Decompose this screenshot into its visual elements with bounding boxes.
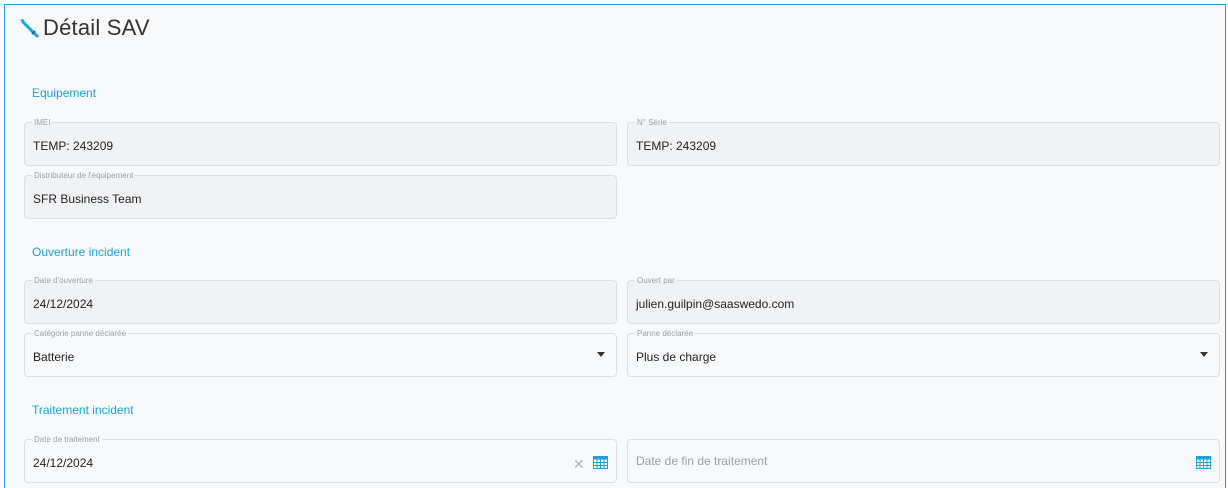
chevron-down-icon[interactable] bbox=[1200, 352, 1208, 357]
page-title: Détail SAV bbox=[43, 15, 150, 40]
imei-value: TEMP: 243209 bbox=[33, 139, 114, 153]
declared-failure-value: Plus de charge bbox=[636, 350, 717, 364]
failure-category-value: Batterie bbox=[33, 350, 75, 364]
imei-label: IMEI bbox=[32, 117, 53, 128]
treatment-date-field[interactable]: Date de traitement 24/12/2024 ✕ bbox=[24, 434, 617, 483]
clear-icon[interactable]: ✕ bbox=[573, 457, 585, 471]
distributor-field: Distributeur de l'équipement SFR Busines… bbox=[24, 170, 617, 219]
section-equipement: Equipement bbox=[32, 86, 97, 100]
opened-by-field: Ouvert par julien.guilpin@saaswedo.com bbox=[627, 275, 1220, 324]
serial-value: TEMP: 243209 bbox=[636, 139, 717, 153]
declared-failure-label: Panne déclarée bbox=[635, 328, 696, 339]
calendar-icon[interactable] bbox=[593, 455, 608, 469]
distributor-value: SFR Business Team bbox=[33, 192, 142, 206]
declared-failure-select[interactable]: Panne déclarée Plus de charge bbox=[627, 328, 1220, 377]
section-ouverture: Ouverture incident bbox=[32, 245, 131, 259]
failure-category-label: Catégorie panne déclarée bbox=[32, 328, 129, 339]
distributor-label: Distributeur de l'équipement bbox=[32, 170, 136, 181]
treatment-end-date-field[interactable]: Date de fin de traitement bbox=[627, 439, 1220, 483]
opening-date-label: Date d'ouverture bbox=[32, 275, 95, 286]
sav-detail-panel: Détail SAV Equipement IMEI TEMP: 243209 … bbox=[4, 4, 1226, 488]
treatment-date-label: Date de traitement bbox=[32, 434, 102, 445]
opening-date-value: 24/12/2024 bbox=[33, 297, 94, 311]
opening-date-field: Date d'ouverture 24/12/2024 bbox=[24, 275, 617, 324]
page-header: Détail SAV bbox=[17, 15, 150, 41]
treatment-end-date-input[interactable]: Date de fin de traitement bbox=[636, 454, 767, 468]
section-traitement: Traitement incident bbox=[32, 403, 134, 417]
serial-label: N° Série bbox=[635, 117, 669, 128]
failure-category-select[interactable]: Catégorie panne déclarée Batterie bbox=[24, 328, 617, 377]
chevron-down-icon[interactable] bbox=[597, 352, 605, 357]
treatment-date-value: 24/12/2024 bbox=[33, 456, 94, 470]
opened-by-label: Ouvert par bbox=[635, 275, 677, 286]
opened-by-value: julien.guilpin@saaswedo.com bbox=[636, 297, 795, 311]
imei-field: IMEI TEMP: 243209 bbox=[24, 117, 617, 166]
wrench-icon bbox=[20, 19, 39, 38]
calendar-icon[interactable] bbox=[1196, 455, 1211, 469]
serial-field: N° Série TEMP: 243209 bbox=[627, 117, 1220, 166]
